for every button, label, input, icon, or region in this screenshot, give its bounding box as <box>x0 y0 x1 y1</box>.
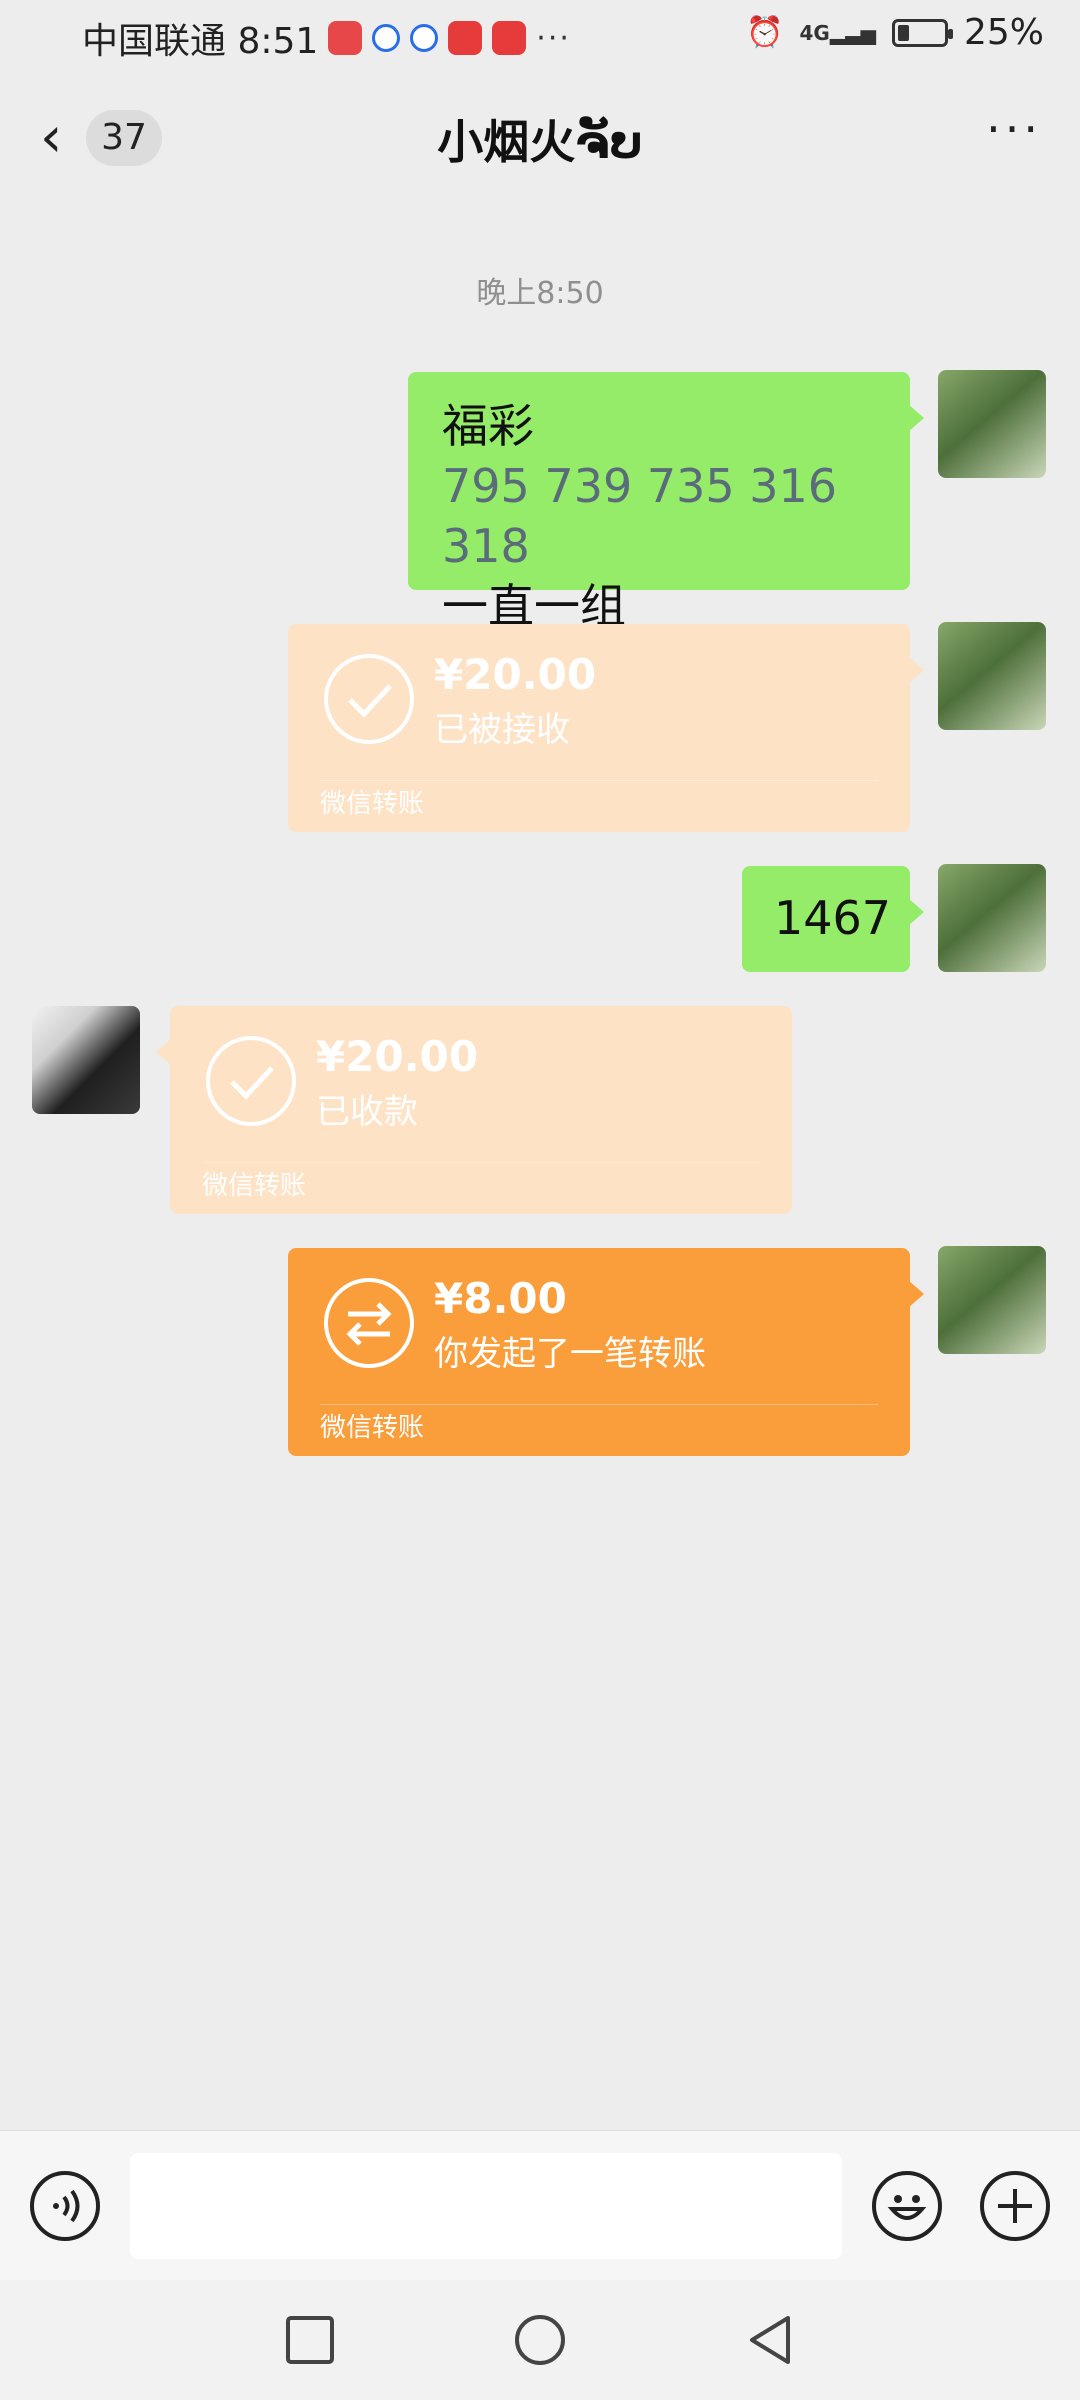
self-avatar[interactable] <box>938 864 1046 972</box>
transfer-amount: ¥20.00 <box>434 650 597 699</box>
transfer-amount: ¥20.00 <box>316 1032 479 1081</box>
message-line: 795 739 735 316 318 <box>442 459 838 573</box>
status-left: 中国联通 8:51 ··· <box>82 12 571 64</box>
network-type: 4G <box>799 20 830 45</box>
divider <box>320 780 878 781</box>
transfer-amount: ¥8.00 <box>434 1274 567 1323</box>
sent-text-bubble[interactable]: 福彩 795 739 735 316 318 一直一组 <box>408 372 924 633</box>
battery-fill <box>897 24 909 41</box>
battery-percent: 25% <box>963 12 1044 53</box>
transfer-source: 微信转账 <box>202 1171 307 1201</box>
chat-header: ‹ 37 小烟火ຈັບ ··· <box>0 88 1080 188</box>
shopping-app-icon <box>448 21 483 55</box>
emoji-icon[interactable] <box>872 2171 942 2241</box>
status-bar: 中国联通 8:51 ··· ⏰ 4G▂▃▅ 25% <box>0 0 1080 72</box>
carrier-time: 中国联通 8:51 <box>82 21 319 62</box>
more-options-icon[interactable]: ··· <box>986 102 1042 156</box>
self-avatar[interactable] <box>938 370 1046 478</box>
chat-title: 小烟火ຈັບ <box>437 115 643 169</box>
notification-app-icon <box>372 24 401 52</box>
divider <box>202 1162 760 1163</box>
system-nav-bar <box>0 2280 1080 2400</box>
battery-icon <box>891 18 953 47</box>
transfer-card[interactable]: ¥8.00 你发起了一笔转账 微信转账 <box>288 1248 924 1456</box>
home-icon[interactable] <box>510 2310 570 2370</box>
transfer-card[interactable]: ¥20.00 已被接收 微信转账 <box>288 624 924 832</box>
transfer-status: 你发起了一笔转账 <box>434 1334 706 1374</box>
self-avatar[interactable] <box>938 622 1046 730</box>
transfer-arrows-icon <box>324 1278 414 1368</box>
voice-input-icon[interactable] <box>30 2171 100 2241</box>
self-avatar[interactable] <box>938 1246 1046 1354</box>
transfer-source: 微信转账 <box>320 1413 425 1443</box>
message-text: 1467 <box>774 891 892 945</box>
status-right: ⏰ 4G▂▃▅ 25% <box>746 12 1044 53</box>
check-circle-icon <box>324 654 414 744</box>
back-nav-icon[interactable] <box>740 2310 800 2370</box>
check-circle-icon <box>206 1036 296 1126</box>
shopping-app-icon <box>492 21 527 55</box>
sent-text-bubble[interactable]: 1467 <box>742 866 924 972</box>
more-notifications-icon: ··· <box>536 20 571 56</box>
message-timestamp: 晚上8:50 <box>476 276 604 311</box>
huawei-app-icon <box>328 21 363 55</box>
transfer-status: 已被接收 <box>434 710 570 750</box>
notification-app-icon <box>410 24 439 52</box>
transfer-card[interactable]: ¥20.00 已收款 微信转账 <box>156 1006 792 1214</box>
add-more-icon[interactable] <box>980 2171 1050 2241</box>
message-text-input[interactable] <box>130 2153 842 2259</box>
signal-icon: 4G▂▃▅ <box>799 20 876 45</box>
transfer-status: 已收款 <box>316 1092 418 1132</box>
divider <box>320 1404 878 1405</box>
contact-avatar[interactable] <box>32 1006 140 1114</box>
message-line: 福彩 <box>442 399 534 453</box>
transfer-source: 微信转账 <box>320 789 425 819</box>
recent-apps-icon[interactable] <box>280 2310 340 2370</box>
message-input-bar <box>0 2130 1080 2281</box>
alarm-icon: ⏰ <box>746 15 784 50</box>
